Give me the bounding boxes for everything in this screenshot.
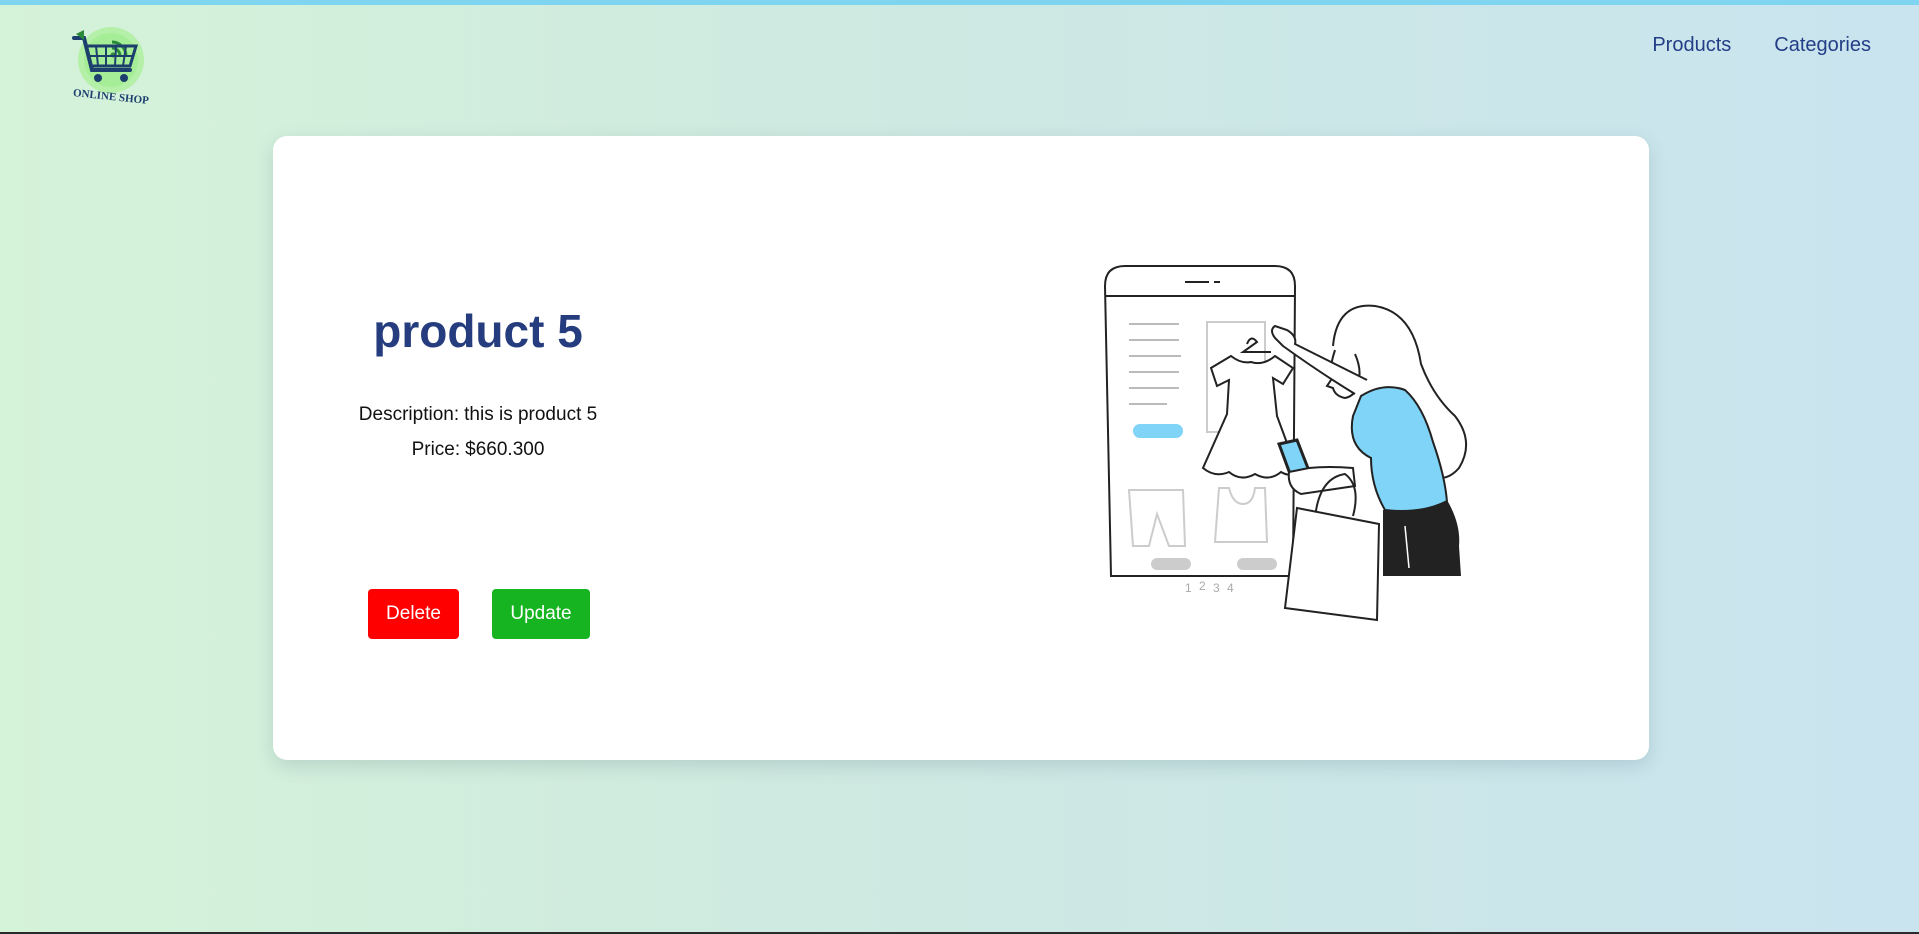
product-title: product 5 <box>373 305 583 357</box>
online-shop-logo[interactable]: ONLINE SHOP <box>68 24 154 108</box>
logo-text: ONLINE SHOP <box>72 87 149 107</box>
description-label: Description: <box>358 404 460 425</box>
price-label: Price: <box>411 439 461 460</box>
description-value: this is product 5 <box>464 404 598 425</box>
page-number-2: 2 <box>1199 579 1206 593</box>
update-button[interactable]: Update <box>492 589 590 639</box>
product-description: Description: this is product 5 <box>273 404 683 426</box>
page-number-3: 3 <box>1213 581 1220 595</box>
nav-link-products[interactable]: Products <box>1652 34 1731 57</box>
price-value: $660.300 <box>465 439 545 460</box>
page-number-4: 4 <box>1227 581 1234 595</box>
product-card: product 5 Description: this is product 5 … <box>273 136 1649 760</box>
nav-link-categories[interactable]: Categories <box>1774 34 1871 57</box>
delete-button[interactable]: Delete <box>368 589 459 639</box>
top-nav: Products Categories <box>1652 34 1871 57</box>
shopping-illustration: 1 2 3 4 <box>1103 265 1467 622</box>
shopping-cart-logo-icon: ONLINE SHOP <box>72 27 150 107</box>
product-price: Price: $660.300 <box>273 439 683 461</box>
page-number-1: 1 <box>1185 581 1192 595</box>
top-accent-strip <box>0 0 1919 5</box>
